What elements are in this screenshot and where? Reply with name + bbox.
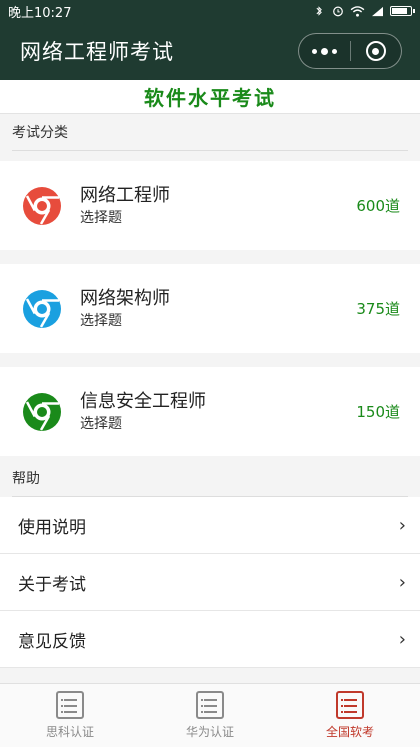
close-circle-icon	[365, 41, 386, 61]
exam-card-network-engineer[interactable]: 网络工程师 选择题 600道	[0, 161, 420, 250]
tab-label: 全国软考	[325, 725, 374, 739]
signal-icon	[372, 6, 383, 16]
list-icon	[336, 691, 364, 719]
section-divider	[12, 150, 408, 151]
help-item-label: 使用说明	[18, 517, 86, 538]
more-dots-icon	[311, 47, 337, 55]
card-text: 网络架构师 选择题	[80, 287, 356, 331]
status-bar: 晚上10:27	[0, 0, 420, 22]
navigation-bar: 网络工程师考试	[0, 22, 420, 80]
help-item-feedback[interactable]: 意见反馈 ›	[0, 611, 420, 668]
exam-card-security-engineer[interactable]: 信息安全工程师 选择题 150道	[0, 367, 420, 456]
help-item-about-exam[interactable]: 关于考试 ›	[0, 554, 420, 611]
card-text: 信息安全工程师 选择题	[80, 390, 356, 434]
status-time: 晚上10:27	[8, 5, 72, 21]
card-subtitle: 选择题	[80, 415, 122, 432]
help-list: 使用说明 › 关于考试 › 意见反馈 ›	[0, 497, 420, 668]
question-count: 150道	[356, 403, 400, 421]
list-icon	[196, 691, 224, 719]
exam-section-label: 考试分类	[12, 125, 68, 141]
wifi-icon	[350, 5, 365, 17]
more-button[interactable]	[299, 34, 350, 68]
tab-label: 华为认证	[185, 725, 234, 739]
card-subtitle: 选择题	[80, 209, 122, 226]
card-text: 网络工程师 选择题	[80, 184, 356, 228]
nav-title: 网络工程师考试	[20, 40, 174, 64]
card-subtitle: 选择题	[80, 312, 122, 329]
battery-icon	[390, 6, 415, 16]
mini-program-capsule	[298, 33, 402, 69]
question-count: 375道	[356, 300, 400, 318]
tab-national-soft-exam[interactable]: 全国软考	[280, 684, 420, 747]
exam-card-network-architect[interactable]: 网络架构师 选择题 375道	[0, 264, 420, 353]
status-icons	[312, 5, 415, 17]
alarm-icon	[333, 6, 343, 17]
help-item-label: 意见反馈	[18, 631, 86, 652]
card-title: 网络工程师	[80, 184, 170, 206]
card-title: 网络架构师	[80, 287, 170, 309]
question-count: 600道	[356, 197, 400, 215]
help-item-usage[interactable]: 使用说明 ›	[0, 497, 420, 554]
tab-bar: 思科认证 华为认证 全国软考	[0, 683, 420, 747]
chevron-right-icon: ›	[398, 628, 406, 650]
exam-list: 网络工程师 选择题 600道 网络架构师 选择题 375道 信息安全工程师 选择…	[0, 161, 420, 456]
list-icon	[56, 691, 84, 719]
card-title: 信息安全工程师	[80, 390, 206, 412]
chevron-right-icon: ›	[398, 514, 406, 536]
bluetooth-icon	[316, 6, 322, 16]
chrome-icon	[23, 392, 61, 431]
chevron-right-icon: ›	[398, 571, 406, 593]
close-button[interactable]	[351, 34, 402, 68]
tab-huawei[interactable]: 华为认证	[140, 684, 280, 747]
page-title: 软件水平考试	[0, 80, 420, 114]
tab-cisco[interactable]: 思科认证	[0, 684, 140, 747]
tab-label: 思科认证	[45, 725, 94, 739]
chrome-icon	[23, 186, 61, 225]
help-item-label: 关于考试	[18, 574, 86, 595]
chrome-icon	[23, 289, 61, 328]
help-section-label: 帮助	[12, 471, 40, 487]
